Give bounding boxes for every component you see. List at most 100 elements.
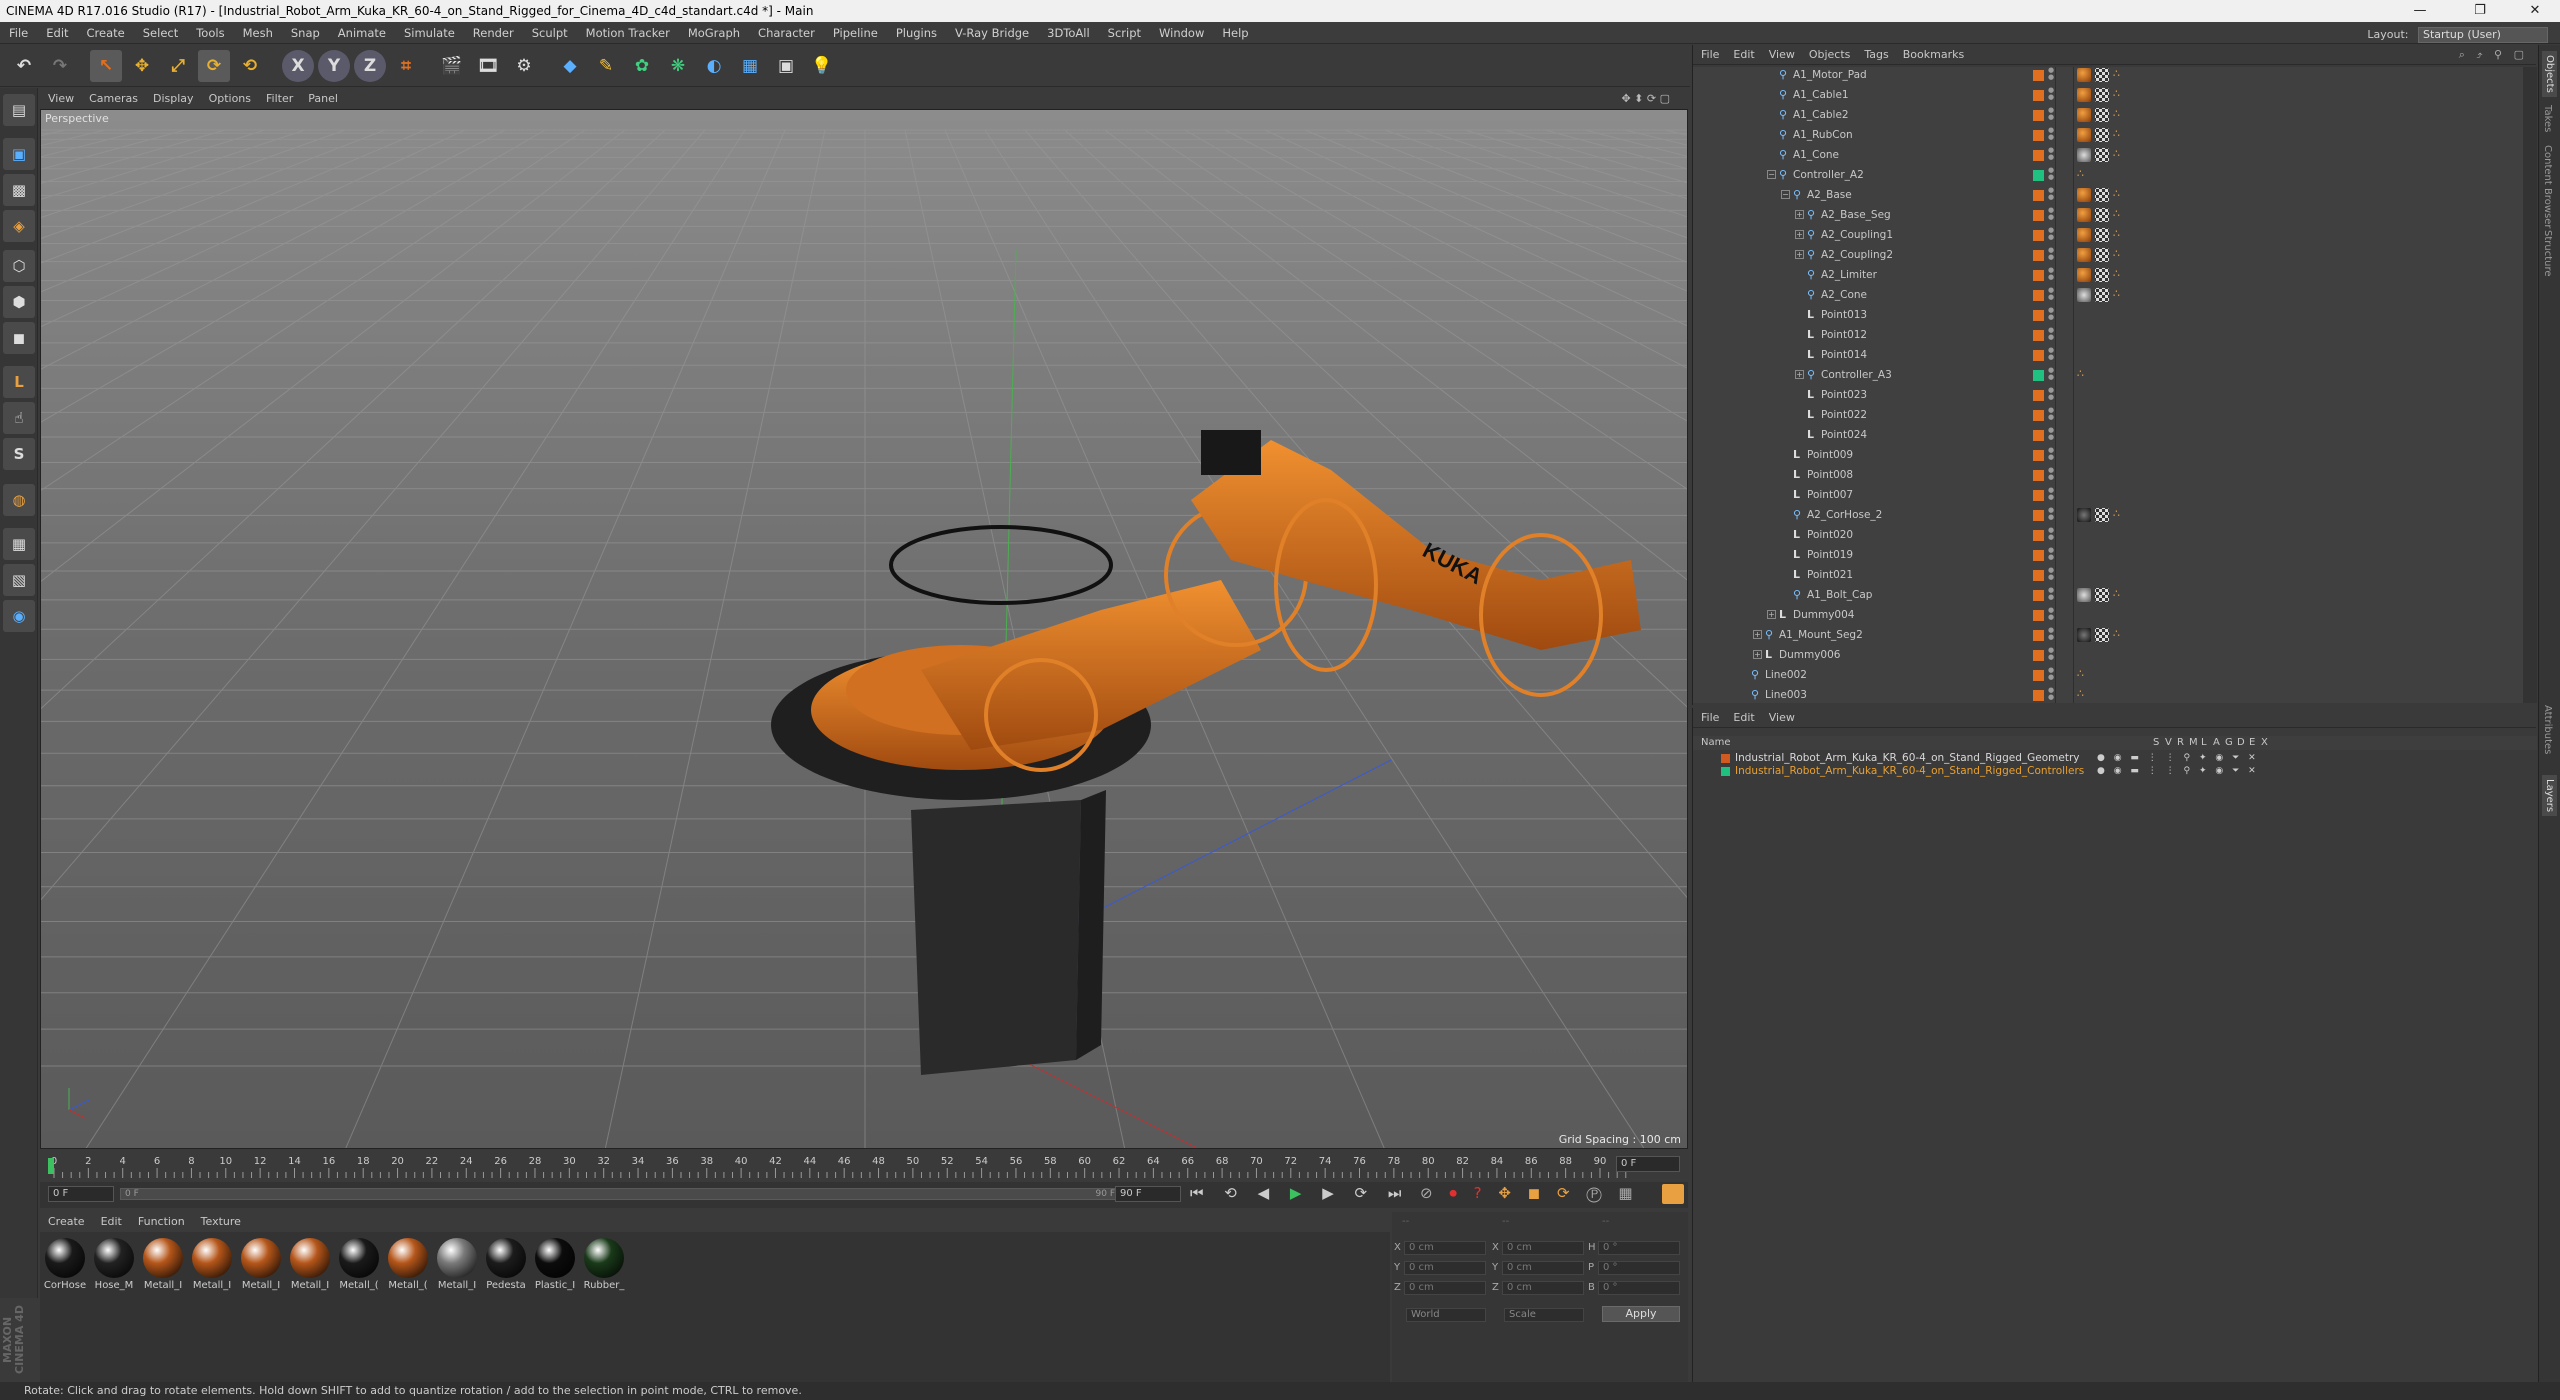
layer-color-swatch[interactable] bbox=[2033, 470, 2044, 481]
timeline-playhead[interactable] bbox=[48, 1158, 54, 1174]
object-name[interactable]: A1_Mount_Seg2 bbox=[1779, 625, 1863, 645]
y-axis-button[interactable]: Y bbox=[318, 50, 350, 82]
maximize-button[interactable]: ❐ bbox=[2460, 0, 2500, 22]
menu-3dtoall[interactable]: 3DToAll bbox=[1047, 26, 1090, 40]
ik-tag-icon[interactable]: ∴ bbox=[2113, 128, 2127, 142]
material-tag-icon[interactable] bbox=[2077, 628, 2091, 642]
layer-color-swatch[interactable] bbox=[2033, 70, 2044, 81]
object-name[interactable]: Point023 bbox=[1821, 385, 1867, 405]
ik-tag-icon[interactable]: ∴ bbox=[2113, 208, 2127, 222]
layer-color-swatch[interactable] bbox=[2033, 530, 2044, 541]
menu-create[interactable]: Create bbox=[87, 26, 125, 40]
ik-tag-icon[interactable]: ∴ bbox=[2113, 628, 2127, 642]
layer-name[interactable]: Industrial_Robot_Arm_Kuka_KR_60-4_on_Sta… bbox=[1735, 752, 2080, 765]
visibility-dots-icon[interactable]: ● ● bbox=[2048, 127, 2054, 143]
side-tab-structure[interactable]: Structure bbox=[2542, 230, 2553, 277]
material-tag-icon[interactable] bbox=[2077, 128, 2091, 142]
side-tab-content-browser[interactable]: Content Browser bbox=[2542, 145, 2553, 228]
move-button[interactable]: ✥ bbox=[126, 50, 158, 82]
material-tag-icon[interactable] bbox=[2077, 188, 2091, 202]
layer-color-swatch[interactable] bbox=[2033, 630, 2044, 641]
object-name[interactable]: Point019 bbox=[1807, 545, 1853, 565]
render-view-icon[interactable]: 🎬 bbox=[436, 50, 468, 82]
layer-color-swatch[interactable] bbox=[2033, 490, 2044, 501]
frame-range-slider[interactable]: 0 F 90 F bbox=[120, 1188, 1120, 1200]
object-name[interactable]: A1_Cable1 bbox=[1793, 85, 1849, 105]
om-menu-objects[interactable]: Objects bbox=[1809, 48, 1851, 61]
object-name[interactable]: A2_Coupling2 bbox=[1821, 245, 1893, 265]
material-ball[interactable] bbox=[45, 1238, 85, 1278]
checker-tag-icon[interactable] bbox=[2095, 68, 2109, 82]
material-ball[interactable] bbox=[388, 1238, 428, 1278]
object-tree[interactable]: ⚲ A1_Motor_Pad ● ● ∴ ⚲ A1_Cable1 ● ● ∴ ⚲ A1_Cable2 ●… bbox=[1693, 67, 2537, 703]
object-tree-row[interactable]: ⚲ Line002 ● ● ∴ bbox=[1693, 665, 2523, 685]
current-frame-field[interactable]: 0 F bbox=[1616, 1156, 1680, 1172]
material-ball[interactable] bbox=[241, 1238, 281, 1278]
object-name[interactable]: A1_Motor_Pad bbox=[1793, 67, 1867, 85]
checker-tag-icon[interactable] bbox=[2095, 288, 2109, 302]
layer-color-swatch[interactable] bbox=[2033, 570, 2044, 581]
visibility-dots-icon[interactable]: ● ● bbox=[2048, 507, 2054, 523]
render-settings-icon[interactable]: ⚙ bbox=[508, 50, 540, 82]
material-swatch[interactable]: Pedesta bbox=[483, 1238, 529, 1291]
menu-render[interactable]: Render bbox=[473, 26, 514, 40]
material-tag-icon[interactable] bbox=[2077, 508, 2091, 522]
ik-tag-icon[interactable]: ∴ bbox=[2113, 68, 2127, 82]
object-name[interactable]: A1_Bolt_Cap bbox=[1807, 585, 1872, 605]
material-swatch[interactable]: Metall_I bbox=[287, 1238, 333, 1291]
visibility-dots-icon[interactable]: ● ● bbox=[2048, 87, 2054, 103]
material-swatch[interactable]: Metall_( bbox=[336, 1238, 382, 1291]
object-name[interactable]: A2_Cone bbox=[1821, 285, 1867, 305]
material-tag-icon[interactable] bbox=[2077, 268, 2091, 282]
object-name[interactable]: Point009 bbox=[1807, 445, 1853, 465]
object-name[interactable]: A2_Base bbox=[1807, 185, 1852, 205]
recent-tool-icon[interactable]: ⟲ bbox=[234, 50, 266, 82]
object-name[interactable]: Point021 bbox=[1807, 565, 1853, 585]
viewport-menu-cameras[interactable]: Cameras bbox=[89, 92, 138, 105]
checker-tag-icon[interactable] bbox=[2095, 248, 2109, 262]
object-tree-row[interactable]: L Point008 ● ● bbox=[1693, 465, 2523, 485]
menu-help[interactable]: Help bbox=[1222, 26, 1248, 40]
edges-mode-icon[interactable]: ⬢ bbox=[3, 286, 35, 318]
object-tree-row[interactable]: − ⚲ A2_Base ● ● ∴ bbox=[1693, 185, 2523, 205]
checker-tag-icon[interactable] bbox=[2095, 88, 2109, 102]
object-tree-row[interactable]: ⚲ A1_Bolt_Cap ● ● ∴ bbox=[1693, 585, 2523, 605]
perspective-viewport[interactable]: KUKA Perspective Grid Spacing : 100 cm bbox=[40, 109, 1688, 1149]
layer-color-swatch[interactable] bbox=[2033, 150, 2044, 161]
material-ball[interactable] bbox=[535, 1238, 575, 1278]
layer-color-swatch[interactable] bbox=[2033, 650, 2044, 661]
menu-mograph[interactable]: MoGraph bbox=[688, 26, 740, 40]
visibility-dots-icon[interactable]: ● ● bbox=[2048, 607, 2054, 623]
layer-color-swatch[interactable] bbox=[2033, 510, 2044, 521]
visibility-dots-icon[interactable]: ● ● bbox=[2048, 487, 2054, 503]
visibility-dots-icon[interactable]: ● ● bbox=[2048, 147, 2054, 163]
menu-character[interactable]: Character bbox=[758, 26, 815, 40]
menu-motion-tracker[interactable]: Motion Tracker bbox=[586, 26, 670, 40]
close-button[interactable]: ✕ bbox=[2515, 0, 2555, 22]
visibility-dots-icon[interactable]: ● ● bbox=[2048, 667, 2054, 683]
lm-menu-view[interactable]: View bbox=[1769, 711, 1795, 724]
object-tree-row[interactable]: ⚲ A2_Limiter ● ● ∴ bbox=[1693, 265, 2523, 285]
coord-value-field[interactable]: 0 cm bbox=[1502, 1261, 1584, 1275]
layer-color-swatch[interactable] bbox=[2033, 230, 2044, 241]
object-name[interactable]: Line002 bbox=[1765, 665, 1807, 685]
texture-mode-icon[interactable]: ▩ bbox=[3, 174, 35, 206]
expand-toggle-icon[interactable]: − bbox=[1767, 170, 1776, 179]
tweak-icon[interactable]: ☝ bbox=[3, 402, 35, 434]
material-swatch[interactable]: Metall_I bbox=[238, 1238, 284, 1291]
layer-color-swatch[interactable] bbox=[2033, 430, 2044, 441]
sculpt-icon[interactable]: ◍ bbox=[3, 484, 35, 516]
lm-menu-edit[interactable]: Edit bbox=[1733, 711, 1754, 724]
visibility-dots-icon[interactable]: ● ● bbox=[2048, 447, 2054, 463]
visibility-dots-icon[interactable]: ● ● bbox=[2048, 627, 2054, 643]
material-menu-create[interactable]: Create bbox=[48, 1215, 85, 1228]
layer-name[interactable]: Industrial_Robot_Arm_Kuka_KR_60-4_on_Sta… bbox=[1735, 765, 2084, 778]
object-tree-row[interactable]: L Point019 ● ● bbox=[1693, 545, 2523, 565]
layer-color-swatch[interactable] bbox=[2033, 370, 2044, 381]
material-tag-icon[interactable] bbox=[2077, 88, 2091, 102]
menu-file[interactable]: File bbox=[9, 26, 28, 40]
material-swatch[interactable]: CorHose bbox=[42, 1238, 88, 1291]
object-tree-row[interactable]: L Point020 ● ● bbox=[1693, 525, 2523, 545]
coord-mode-select[interactable]: World bbox=[1406, 1308, 1486, 1322]
menu-sculpt[interactable]: Sculpt bbox=[532, 26, 568, 40]
